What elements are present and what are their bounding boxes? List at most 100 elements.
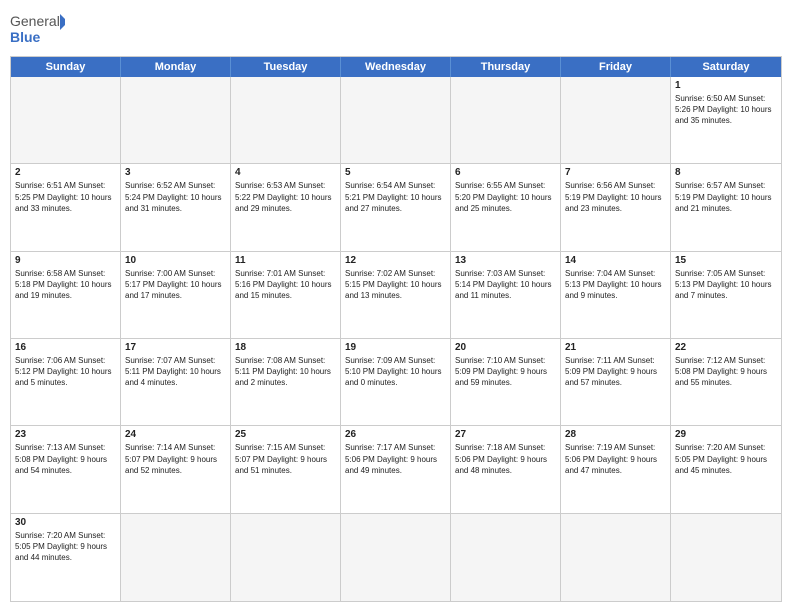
day-header-thursday: Thursday <box>451 57 561 77</box>
cell-day-6: 6 Sunrise: 6:55 AM Sunset: 5:20 PM Daylig… <box>451 164 561 251</box>
cell-info: Sunrise: 7:01 AM Sunset: 5:16 PM Dayligh… <box>235 268 336 302</box>
cell-day-5: 5Sunrise: 6:54 AM Sunset: 5:21 PM Daylig… <box>341 164 451 251</box>
day-number: 20 <box>455 342 556 353</box>
cell-day-24: 24Sunrise: 7:14 AM Sunset: 5:07 PM Dayli… <box>121 426 231 513</box>
cell-info: Sunrise: 7:12 AM Sunset: 5:08 PM Dayligh… <box>675 355 777 389</box>
cell-info: Sunrise: 7:19 AM Sunset: 5:06 PM Dayligh… <box>565 442 666 476</box>
cell-info: Sunrise: 7:13 AM Sunset: 5:08 PM Dayligh… <box>15 442 116 476</box>
cell-empty <box>341 77 451 164</box>
cell-day-28: 28 Sunrise: 7:19 AM Sunset: 5:06 PM Dayli… <box>561 426 671 513</box>
cell-day-2: 2 Sunrise: 6:51 AM Sunset: 5:25 PM Daylig… <box>11 164 121 251</box>
cell-empty <box>561 77 671 164</box>
calendar: SundayMondayTuesdayWednesdayThursdayFrid… <box>10 56 782 602</box>
cell-info: Sunrise: 7:10 AM Sunset: 5:09 PM Dayligh… <box>455 355 556 389</box>
day-number: 15 <box>675 255 777 266</box>
cell-day-10: 10 Sunrise: 7:00 AM Sunset: 5:17 PM Dayli… <box>121 252 231 339</box>
day-number: 13 <box>455 255 556 266</box>
day-number: 6 <box>455 167 556 178</box>
day-number: 4 <box>235 167 336 178</box>
cell-empty <box>671 514 781 601</box>
cell-day-16: 16 Sunrise: 7:06 AM Sunset: 5:12 PM Dayli… <box>11 339 121 426</box>
cell-info: Sunrise: 6:52 AM Sunset: 5:24 PM Dayligh… <box>125 180 226 214</box>
day-number: 27 <box>455 429 556 440</box>
cell-info: Sunrise: 6:58 AM Sunset: 5:18 PM Dayligh… <box>15 268 116 302</box>
svg-text:General: General <box>10 13 60 29</box>
cell-info: Sunrise: 6:57 AM Sunset: 5:19 PM Dayligh… <box>675 180 777 214</box>
cell-info: Sunrise: 6:51 AM Sunset: 5:25 PM Dayligh… <box>15 180 116 214</box>
cell-info: Sunrise: 7:08 AM Sunset: 5:11 PM Dayligh… <box>235 355 336 389</box>
calendar-grid: 1 Sunrise: 6:50 AM Sunset: 5:26 PM Daylig… <box>11 77 781 601</box>
cell-info: Sunrise: 7:07 AM Sunset: 5:11 PM Dayligh… <box>125 355 226 389</box>
cell-info: Sunrise: 7:18 AM Sunset: 5:06 PM Dayligh… <box>455 442 556 476</box>
day-number: 25 <box>235 429 336 440</box>
day-number: 12 <box>345 255 446 266</box>
day-number: 18 <box>235 342 336 353</box>
cell-day-14: 14Sunrise: 7:04 AM Sunset: 5:13 PM Dayli… <box>561 252 671 339</box>
day-number: 3 <box>125 167 226 178</box>
cell-day-3: 3 Sunrise: 6:52 AM Sunset: 5:24 PM Daylig… <box>121 164 231 251</box>
cell-day-23: 23Sunrise: 7:13 AM Sunset: 5:08 PM Dayli… <box>11 426 121 513</box>
day-number: 30 <box>15 517 116 528</box>
cell-info: Sunrise: 7:17 AM Sunset: 5:06 PM Dayligh… <box>345 442 446 476</box>
cell-info: Sunrise: 7:11 AM Sunset: 5:09 PM Dayligh… <box>565 355 666 389</box>
cell-day-7: 7Sunrise: 6:56 AM Sunset: 5:19 PM Daylig… <box>561 164 671 251</box>
cell-info: Sunrise: 7:02 AM Sunset: 5:15 PM Dayligh… <box>345 268 446 302</box>
cell-day-15: 15 Sunrise: 7:05 AM Sunset: 5:13 PM Dayli… <box>671 252 781 339</box>
cell-info: Sunrise: 7:00 AM Sunset: 5:17 PM Dayligh… <box>125 268 226 302</box>
day-number: 28 <box>565 429 666 440</box>
cell-empty <box>11 77 121 164</box>
cell-empty <box>231 514 341 601</box>
cell-day-20: 20 Sunrise: 7:10 AM Sunset: 5:09 PM Dayli… <box>451 339 561 426</box>
day-header-friday: Friday <box>561 57 671 77</box>
day-number: 1 <box>675 80 777 91</box>
cell-day-13: 13 Sunrise: 7:03 AM Sunset: 5:14 PM Dayli… <box>451 252 561 339</box>
cell-info: Sunrise: 7:03 AM Sunset: 5:14 PM Dayligh… <box>455 268 556 302</box>
day-header-tuesday: Tuesday <box>231 57 341 77</box>
cell-day-25: 25 Sunrise: 7:15 AM Sunset: 5:07 PM Dayli… <box>231 426 341 513</box>
day-number: 7 <box>565 167 666 178</box>
cell-day-30: 30 Sunrise: 7:20 AM Sunset: 5:05 PM Dayli… <box>11 514 121 601</box>
page: General Blue SundayMondayTuesdayWednesda… <box>0 0 792 612</box>
cell-info: Sunrise: 7:06 AM Sunset: 5:12 PM Dayligh… <box>15 355 116 389</box>
cell-day-4: 4 Sunrise: 6:53 AM Sunset: 5:22 PM Daylig… <box>231 164 341 251</box>
svg-text:Blue: Blue <box>10 29 41 45</box>
cell-info: Sunrise: 7:15 AM Sunset: 5:07 PM Dayligh… <box>235 442 336 476</box>
logo-svg: General Blue <box>10 10 65 50</box>
cell-day-29: 29Sunrise: 7:20 AM Sunset: 5:05 PM Dayli… <box>671 426 781 513</box>
day-header-sunday: Sunday <box>11 57 121 77</box>
day-number: 16 <box>15 342 116 353</box>
day-number: 9 <box>15 255 116 266</box>
day-number: 8 <box>675 167 777 178</box>
cell-day-11: 11 Sunrise: 7:01 AM Sunset: 5:16 PM Dayli… <box>231 252 341 339</box>
cell-day-9: 9 Sunrise: 6:58 AM Sunset: 5:18 PM Daylig… <box>11 252 121 339</box>
day-number: 19 <box>345 342 446 353</box>
day-number: 17 <box>125 342 226 353</box>
cell-day-21: 21 Sunrise: 7:11 AM Sunset: 5:09 PM Dayli… <box>561 339 671 426</box>
day-number: 26 <box>345 429 446 440</box>
day-number: 2 <box>15 167 116 178</box>
cell-empty <box>561 514 671 601</box>
cell-day-1: 1 Sunrise: 6:50 AM Sunset: 5:26 PM Daylig… <box>671 77 781 164</box>
cell-info: Sunrise: 6:53 AM Sunset: 5:22 PM Dayligh… <box>235 180 336 214</box>
day-number: 11 <box>235 255 336 266</box>
day-number: 14 <box>565 255 666 266</box>
cell-empty <box>451 514 561 601</box>
cell-info: Sunrise: 7:05 AM Sunset: 5:13 PM Dayligh… <box>675 268 777 302</box>
day-number: 29 <box>675 429 777 440</box>
day-headers: SundayMondayTuesdayWednesdayThursdayFrid… <box>11 57 781 77</box>
cell-info: Sunrise: 7:09 AM Sunset: 5:10 PM Dayligh… <box>345 355 446 389</box>
cell-info: Sunrise: 6:50 AM Sunset: 5:26 PM Dayligh… <box>675 93 777 127</box>
cell-day-22: 22 Sunrise: 7:12 AM Sunset: 5:08 PM Dayli… <box>671 339 781 426</box>
day-number: 10 <box>125 255 226 266</box>
cell-day-12: 12 Sunrise: 7:02 AM Sunset: 5:15 PM Dayli… <box>341 252 451 339</box>
day-number: 22 <box>675 342 777 353</box>
cell-day-27: 27 Sunrise: 7:18 AM Sunset: 5:06 PM Dayli… <box>451 426 561 513</box>
cell-day-17: 17 Sunrise: 7:07 AM Sunset: 5:11 PM Dayli… <box>121 339 231 426</box>
cell-info: Sunrise: 6:55 AM Sunset: 5:20 PM Dayligh… <box>455 180 556 214</box>
cell-empty <box>121 77 231 164</box>
day-number: 21 <box>565 342 666 353</box>
day-header-wednesday: Wednesday <box>341 57 451 77</box>
cell-info: Sunrise: 7:14 AM Sunset: 5:07 PM Dayligh… <box>125 442 226 476</box>
cell-info: Sunrise: 7:20 AM Sunset: 5:05 PM Dayligh… <box>15 530 116 564</box>
cell-info: Sunrise: 6:54 AM Sunset: 5:21 PM Dayligh… <box>345 180 446 214</box>
